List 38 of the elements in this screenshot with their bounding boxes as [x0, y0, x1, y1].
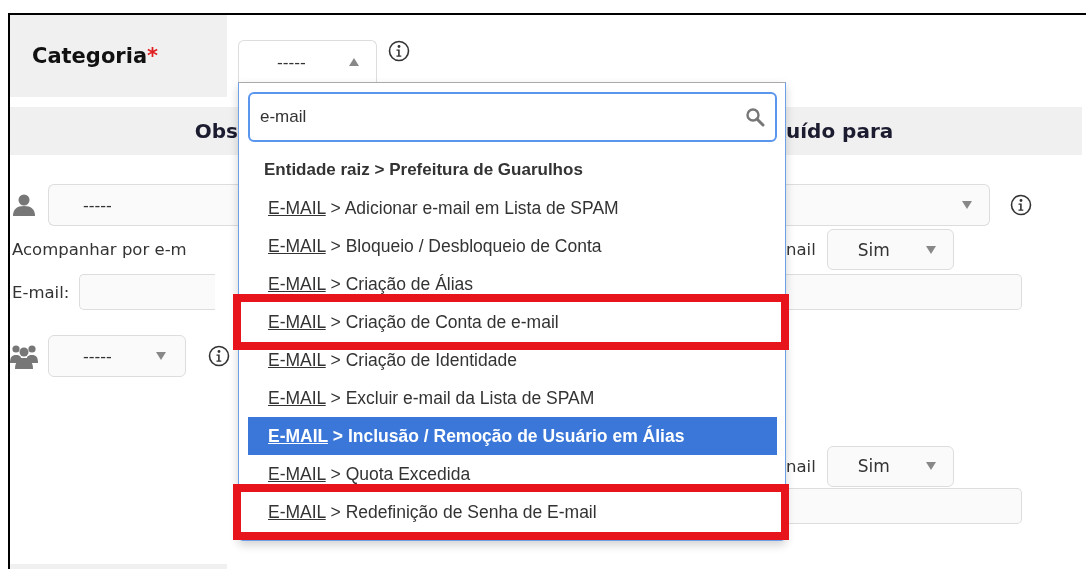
dropdown-option[interactable]: E-MAIL > Criação de Álias — [248, 265, 777, 303]
dropdown-option[interactable]: E-MAIL > Adicionar e-mail em Lista de SPAM — [248, 189, 777, 227]
select-field[interactable]: ----- — [48, 335, 186, 377]
user-icon — [12, 193, 36, 217]
input-field[interactable] — [786, 488, 1022, 524]
info-icon — [1010, 194, 1032, 216]
search-field[interactable]: e-mail — [248, 92, 777, 142]
field-label: E-mail: — [12, 282, 70, 302]
caret-icon — [348, 57, 360, 67]
search-icon — [745, 107, 765, 127]
dropdown-option[interactable]: E-MAIL > Bloqueio / Desbloqueio de Conta — [248, 227, 777, 265]
dropdown-option[interactable]: E-MAIL > Redefinição de Senha de E-mail — [248, 493, 777, 531]
caret-icon — [155, 351, 167, 361]
dropdown-option[interactable]: E-MAIL > Excluir e-mail da Lista de SPAM — [248, 379, 777, 417]
group-icon — [10, 343, 38, 369]
select-field[interactable] — [786, 184, 990, 226]
dropdown-option[interactable]: E-MAIL > Criação de Conta de e-mail — [248, 303, 777, 341]
input-field[interactable] — [79, 274, 216, 310]
field-label: Categoria* — [32, 44, 159, 68]
field-label: nail — [786, 456, 816, 476]
caret-icon — [924, 461, 937, 471]
caret-icon — [924, 244, 937, 255]
field-label: Acompanhar por e-m — [12, 240, 187, 259]
header-text: uído para — [786, 119, 894, 143]
select-field[interactable]: Sim — [826, 229, 954, 270]
info-icon — [388, 40, 410, 62]
dropdown-option[interactable]: E-MAIL > Inclusão / Remoção de Usuário em Álias — [248, 417, 777, 455]
select-field[interactable]: ----- — [48, 184, 238, 226]
select-field[interactable]: Sim — [826, 445, 954, 487]
field-label: nail — [786, 240, 816, 259]
caret-icon — [961, 200, 973, 210]
info-icon — [208, 345, 230, 367]
header-text: Obs — [194, 119, 238, 143]
dropdown-option[interactable]: E-MAIL > Quota Excedida — [248, 455, 777, 493]
select-field[interactable]: ----- — [238, 40, 377, 83]
dropdown-option[interactable]: E-MAIL > Criação de Identidade — [248, 341, 777, 379]
group-heading: Entidade raiz > Prefeitura de Guarulhos — [263, 159, 584, 181]
input-field[interactable] — [786, 274, 1022, 310]
